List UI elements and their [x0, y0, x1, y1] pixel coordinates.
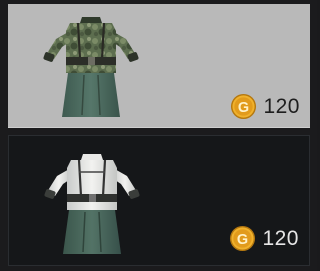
- price-tag: G 120: [230, 93, 300, 120]
- shop-item-list: G 120 G 120: [0, 0, 317, 271]
- shop-item-card-camouflage-outfit[interactable]: G 120: [8, 4, 310, 128]
- shop-item-card-white-outfit[interactable]: G 120: [8, 135, 310, 266]
- coin-symbol: G: [237, 232, 248, 248]
- coin-symbol: G: [238, 100, 249, 116]
- gold-coin-icon: G: [230, 225, 256, 252]
- price-value: 120: [262, 227, 299, 250]
- white-uniform-icon: [44, 154, 140, 254]
- gold-coin-icon: G: [231, 93, 257, 120]
- camouflage-uniform-icon: [43, 17, 139, 117]
- price-tag: G 120: [229, 225, 299, 252]
- price-value: 120: [263, 95, 300, 118]
